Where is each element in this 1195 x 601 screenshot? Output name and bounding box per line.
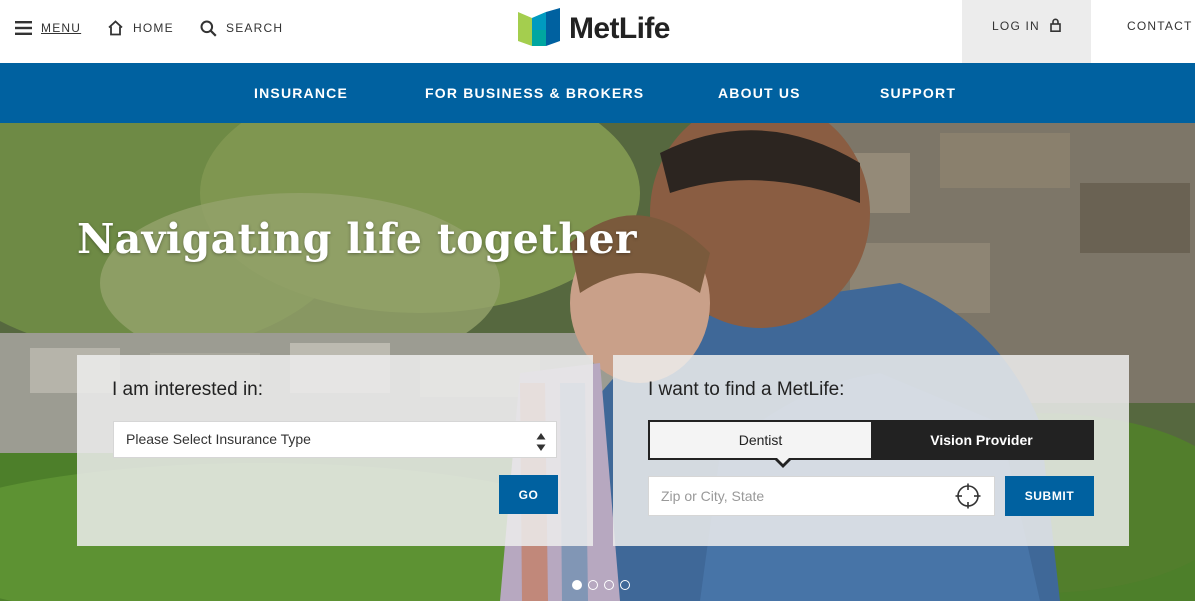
menu-label: MENU: [41, 21, 82, 35]
insurance-type-select-value: Please Select Insurance Type: [126, 431, 311, 447]
home-link[interactable]: HOME: [107, 0, 174, 56]
menu-button[interactable]: MENU: [15, 0, 81, 56]
carousel-dot-1[interactable]: [572, 580, 582, 590]
contact-label: CONTACT: [1127, 19, 1193, 33]
metlife-logo-mark: [518, 7, 560, 51]
location-input[interactable]: [661, 488, 941, 504]
nav-item-business-brokers[interactable]: FOR BUSINESS & BROKERS: [425, 63, 644, 123]
nav-item-insurance[interactable]: INSURANCE: [254, 63, 348, 123]
primary-nav: INSURANCE FOR BUSINESS & BROKERS ABOUT U…: [0, 63, 1195, 123]
interest-panel-title: I am interested in:: [112, 379, 264, 400]
nav-item-about-us[interactable]: ABOUT US: [718, 63, 801, 123]
location-field[interactable]: [648, 476, 995, 516]
brand-wordmark: MetLife: [569, 12, 670, 45]
utility-header: MENU HOME SEARCH MetLife LOG IN CONTACT: [0, 0, 1195, 63]
go-button[interactable]: GO: [499, 475, 558, 514]
hero-banner: Navigating life together I am interested…: [0, 123, 1195, 601]
nav-item-support[interactable]: SUPPORT: [880, 63, 956, 123]
login-button[interactable]: LOG IN: [962, 0, 1091, 63]
contact-link[interactable]: CONTACT: [1127, 0, 1193, 52]
search-icon: [200, 20, 217, 37]
find-provider-panel: I want to find a MetLife: Dentist Vision…: [613, 355, 1129, 546]
carousel-indicators: [572, 580, 630, 590]
search-label: SEARCH: [226, 21, 284, 35]
interest-panel: I am interested in: Please Select Insura…: [77, 355, 593, 546]
toggle-option-dentist[interactable]: Dentist: [650, 422, 871, 458]
login-label: LOG IN: [992, 19, 1040, 33]
hamburger-icon: [15, 21, 32, 35]
crosshair-icon[interactable]: [955, 483, 981, 523]
provider-type-toggle: Dentist Vision Provider: [648, 420, 1094, 460]
carousel-dot-3[interactable]: [604, 580, 614, 590]
selected-option-pointer: [773, 456, 793, 468]
home-label: HOME: [133, 21, 174, 35]
hero-headline: Navigating life together: [77, 215, 637, 263]
home-icon: [107, 20, 124, 36]
metlife-logo[interactable]: MetLife: [518, 7, 670, 51]
toggle-option-vision-provider[interactable]: Vision Provider: [871, 422, 1092, 458]
up-down-arrows-icon: [536, 430, 546, 465]
insurance-type-select[interactable]: Please Select Insurance Type: [113, 421, 557, 458]
carousel-dot-4[interactable]: [620, 580, 630, 590]
lock-icon: [1050, 18, 1061, 35]
search-link[interactable]: SEARCH: [200, 0, 283, 56]
find-panel-title: I want to find a MetLife:: [648, 379, 845, 400]
carousel-dot-2[interactable]: [588, 580, 598, 590]
submit-button[interactable]: SUBMIT: [1005, 476, 1094, 516]
